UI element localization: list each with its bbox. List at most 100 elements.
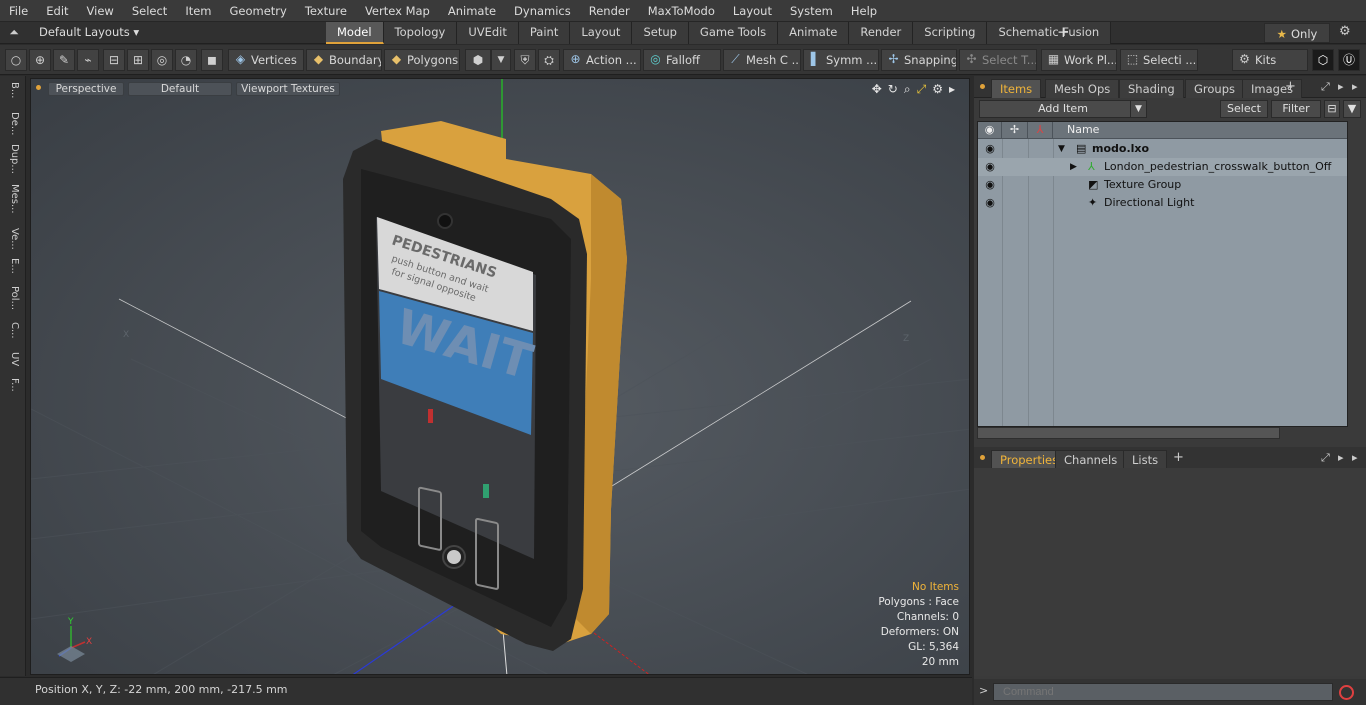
strip-tab-b[interactable]: B...: [4, 82, 20, 98]
polygons-button[interactable]: ◆ Polygons: [384, 49, 460, 71]
pen-icon[interactable]: ✎: [53, 49, 75, 71]
menu-select[interactable]: Select: [123, 0, 176, 22]
pan-icon[interactable]: ✥: [872, 82, 882, 97]
item-row-directional-light[interactable]: ◉ ✦ Directional Light: [978, 194, 1347, 212]
record-macro-icon[interactable]: [1339, 685, 1354, 700]
menu-layout[interactable]: Layout: [724, 0, 781, 22]
strip-tab-fusion[interactable]: F...: [4, 378, 20, 392]
eye-icon[interactable]: ◉: [980, 176, 1000, 194]
items-panel-dot[interactable]: [980, 84, 985, 89]
material-cube-icon[interactable]: ⬢: [465, 49, 491, 71]
tab-groups[interactable]: Groups: [1185, 79, 1245, 98]
axis-header-icon[interactable]: ⅄: [1028, 122, 1053, 139]
tab-render[interactable]: Render: [849, 22, 914, 44]
tab-lists[interactable]: Lists: [1123, 450, 1168, 469]
gear-icon[interactable]: ⚙: [1339, 24, 1351, 39]
rotate-icon[interactable]: ◔: [175, 49, 197, 71]
menu-maxtomodo[interactable]: MaxToModo: [639, 0, 724, 22]
falloff-button[interactable]: ◎ Falloff: [643, 49, 721, 71]
properties-panel-menu-icon[interactable]: ▸: [1352, 451, 1358, 464]
selection-sets-button[interactable]: ⬚ Selecti ...: [1120, 49, 1198, 71]
strip-tab-deform[interactable]: De...: [4, 112, 20, 135]
tab-shading[interactable]: Shading: [1119, 79, 1184, 98]
only-button[interactable]: ★ Only: [1264, 23, 1330, 43]
viewport-arrow-icon[interactable]: ▸: [949, 82, 955, 97]
strip-tab-duplicate[interactable]: Dup...: [4, 144, 20, 174]
properties-add-tab-icon[interactable]: +: [1173, 450, 1184, 465]
eye-icon[interactable]: ◉: [980, 140, 1000, 158]
collapse-icon[interactable]: ⊟: [1324, 100, 1340, 118]
funnel-icon[interactable]: ▼: [1343, 100, 1361, 118]
tab-uvedit[interactable]: UVEdit: [457, 22, 519, 44]
menu-file[interactable]: File: [0, 0, 37, 22]
items-expand-icon[interactable]: ⤢: [1321, 80, 1330, 94]
collapse-arrow-icon[interactable]: ▼: [1058, 140, 1065, 158]
frame-icon[interactable]: ◎: [151, 49, 173, 71]
symmetry-shield-icon[interactable]: ⛨: [514, 49, 536, 71]
properties-panel-arrow-icon[interactable]: ▸: [1338, 451, 1344, 464]
tab-channels[interactable]: Channels: [1055, 450, 1127, 469]
menu-edit[interactable]: Edit: [37, 0, 77, 22]
mesh-constraint-button[interactable]: ⟋ Mesh C ...: [723, 49, 801, 71]
menu-system[interactable]: System: [781, 0, 842, 22]
strip-tab-edge[interactable]: E...: [4, 258, 20, 274]
menu-dynamics[interactable]: Dynamics: [505, 0, 580, 22]
boundary-button[interactable]: ◆ Boundary: [306, 49, 382, 71]
chevron-down-icon[interactable]: ▼: [491, 49, 511, 71]
kits-button[interactable]: ⚙ Kits: [1232, 49, 1308, 71]
cube-mode-icon[interactable]: ◼: [201, 49, 223, 71]
work-plane-button[interactable]: ▦ Work Pl...: [1041, 49, 1117, 71]
filter-button[interactable]: Filter: [1271, 100, 1321, 118]
tab-animate[interactable]: Animate: [778, 22, 850, 44]
tab-model[interactable]: Model: [326, 22, 384, 44]
expand-arrow-icon[interactable]: ▶: [1070, 158, 1077, 176]
eye-icon[interactable]: ◉: [980, 194, 1000, 212]
item-row-mesh[interactable]: ◉ ▶ ⅄ London_pedestrian_crosswalk_button…: [978, 158, 1347, 176]
properties-expand-icon[interactable]: ⤢: [1321, 451, 1330, 465]
unreal-icon[interactable]: Ⓤ: [1338, 49, 1360, 71]
eye-icon[interactable]: ◉: [980, 158, 1000, 176]
add-item-chevron-icon[interactable]: ▼: [1130, 101, 1146, 117]
menu-help[interactable]: Help: [842, 0, 886, 22]
orbit-icon[interactable]: ↻: [888, 82, 898, 97]
items-panel-menu-icon[interactable]: ▸: [1352, 80, 1358, 93]
select-through-button[interactable]: ✣ Select T...: [959, 49, 1037, 71]
name-column-header[interactable]: Name: [1067, 122, 1099, 138]
symmetry-button[interactable]: ▌ Symm ...: [803, 49, 879, 71]
maximize-icon[interactable]: ⤢: [917, 82, 927, 97]
tab-items[interactable]: Items: [991, 79, 1042, 98]
menu-texture[interactable]: Texture: [296, 0, 356, 22]
menu-geometry[interactable]: Geometry: [221, 0, 296, 22]
viewport-menu-dot[interactable]: [36, 85, 41, 90]
item-row-scene[interactable]: ◉ ▼ ▤ modo.lxo: [978, 140, 1347, 158]
shading-default-button[interactable]: Default: [128, 82, 232, 96]
lock-header-icon[interactable]: ✢: [1002, 122, 1028, 139]
tab-schematic-fusion[interactable]: Schematic Fusion: [987, 22, 1112, 44]
tab-game-tools[interactable]: Game Tools: [688, 22, 779, 44]
items-horizontal-scrollbar[interactable]: [977, 427, 1280, 439]
tab-setup[interactable]: Setup: [632, 22, 689, 44]
properties-panel-dot[interactable]: [980, 455, 985, 460]
default-layouts-dropdown[interactable]: Default Layouts ▾: [39, 25, 139, 39]
strip-tab-polygon[interactable]: Pol...: [4, 286, 20, 310]
menu-render[interactable]: Render: [580, 0, 639, 22]
items-add-tab-icon[interactable]: +: [1285, 79, 1296, 94]
action-center-button[interactable]: ⊕ Action ...: [563, 49, 641, 71]
viewport-gear-icon[interactable]: ⚙: [932, 82, 943, 97]
tab-paint[interactable]: Paint: [518, 22, 571, 44]
items-panel-arrow-icon[interactable]: ▸: [1338, 80, 1344, 93]
shield-gear-icon[interactable]: ⛭: [538, 49, 560, 71]
up-arrow-icon[interactable]: ⏶: [6, 25, 22, 41]
zoom-icon[interactable]: ⌕: [904, 82, 911, 97]
circle-select-icon[interactable]: ○: [5, 49, 27, 71]
view-type-perspective-button[interactable]: Perspective: [48, 82, 124, 96]
vertices-button[interactable]: ◈ Vertices: [228, 49, 304, 71]
unity-icon[interactable]: ⬡: [1312, 49, 1334, 71]
menu-view[interactable]: View: [78, 0, 123, 22]
tab-scripting[interactable]: Scripting: [913, 22, 988, 44]
menu-vertex-map[interactable]: Vertex Map: [356, 0, 439, 22]
strip-tab-uv[interactable]: UV: [4, 352, 20, 366]
command-input[interactable]: [993, 683, 1333, 701]
command-arrow-icon[interactable]: >: [979, 684, 988, 697]
align-icon[interactable]: ⊟: [103, 49, 125, 71]
